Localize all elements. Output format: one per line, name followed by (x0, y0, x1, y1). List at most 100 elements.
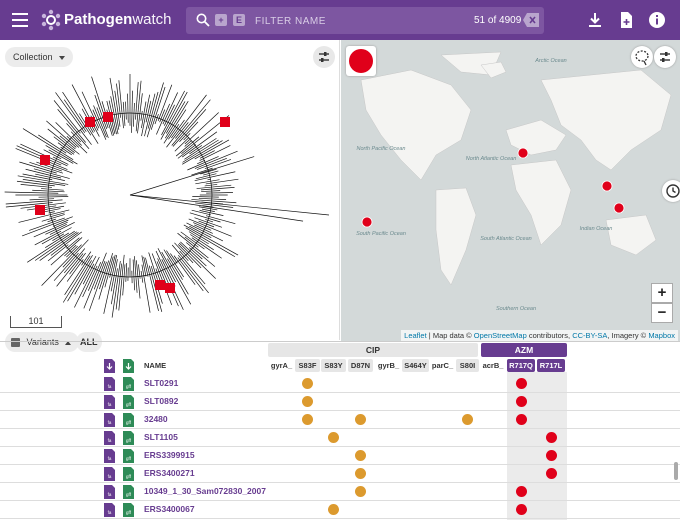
column-header[interactable]: gyrA_ (268, 359, 295, 372)
history-button[interactable] (662, 180, 680, 202)
tree-leaf-marker[interactable] (220, 117, 230, 127)
annotation-file-icon[interactable]: gff (123, 467, 134, 481)
osm-link[interactable]: OpenStreetMap (474, 331, 527, 340)
table-row[interactable]: fa gff ERS3400271 (0, 465, 680, 483)
table-row[interactable]: fa gff SLT1105 (0, 429, 680, 447)
search-icon[interactable] (196, 13, 210, 27)
genome-file-icon[interactable]: fa (104, 377, 115, 391)
tree-leaf-marker[interactable] (155, 280, 165, 290)
table-row[interactable]: fa gff SLT0892 (0, 393, 680, 411)
variant-marker[interactable] (545, 468, 557, 479)
genome-name[interactable]: SLT0892 (144, 396, 178, 406)
table-row[interactable]: fa gff 32480 (0, 411, 680, 429)
genome-file-icon[interactable]: fa (104, 431, 115, 445)
column-header[interactable]: S464Y (402, 359, 429, 372)
tree-leaf-marker[interactable] (85, 117, 95, 127)
table-row[interactable]: fa gff ERS3400067 (0, 501, 680, 519)
annotation-file-icon[interactable]: gff (123, 485, 134, 499)
variant-marker[interactable] (515, 378, 527, 389)
download-annotations-icon[interactable] (123, 359, 134, 373)
variant-marker[interactable] (328, 432, 339, 443)
variant-marker[interactable] (462, 414, 473, 425)
zoom-out-button[interactable]: − (651, 303, 673, 323)
variant-marker[interactable] (302, 378, 313, 389)
annotation-file-icon[interactable]: gff (123, 503, 134, 517)
column-header[interactable]: S83F (295, 359, 320, 372)
exact-match-icon[interactable]: E (233, 14, 245, 26)
filter-name-input[interactable] (255, 14, 455, 28)
variant-marker[interactable] (545, 450, 557, 461)
variant-marker[interactable] (545, 432, 557, 443)
map-panel[interactable]: Arctic Ocean North Pacific Ocean North Atl… (341, 40, 680, 341)
genome-file-icon[interactable]: fa (104, 503, 115, 517)
all-button[interactable]: ALL (76, 332, 102, 352)
map-location-marker[interactable] (361, 216, 373, 228)
variant-marker[interactable] (515, 504, 527, 515)
variants-dropdown[interactable]: Variants (5, 332, 80, 352)
world-map[interactable]: Arctic Ocean North Pacific Ocean North Atl… (341, 40, 680, 341)
phylogenetic-tree[interactable] (0, 40, 340, 340)
genome-file-icon[interactable]: fa (104, 395, 115, 409)
variant-marker[interactable] (515, 414, 527, 425)
column-header[interactable]: gyrB_ (375, 359, 402, 372)
genome-name[interactable]: 10349_1_30_Sam072830_2007 (144, 486, 266, 496)
brand-name[interactable]: Pathogenwatch (64, 11, 172, 28)
map-location-marker[interactable] (601, 180, 613, 192)
map-location-marker[interactable] (517, 147, 529, 159)
variant-marker[interactable] (515, 486, 527, 497)
variant-marker[interactable] (302, 414, 313, 425)
genome-file-icon[interactable]: fa (104, 413, 115, 427)
tree-leaf-marker[interactable] (165, 283, 175, 293)
lasso-button[interactable] (631, 46, 653, 68)
add-filter-icon[interactable]: + (215, 14, 227, 26)
genome-file-icon[interactable]: fa (104, 485, 115, 499)
ccbysa-link[interactable]: CC-BY-SA (572, 331, 607, 340)
download-genomes-icon[interactable] (104, 359, 115, 373)
document-add-icon[interactable] (617, 11, 635, 29)
annotation-file-icon[interactable]: gff (123, 395, 134, 409)
variant-marker[interactable] (355, 414, 366, 425)
genome-name[interactable]: ERS3400271 (144, 468, 195, 478)
table-scrollbar[interactable] (674, 462, 678, 480)
variant-marker[interactable] (328, 504, 339, 515)
genome-name[interactable]: SLT0291 (144, 378, 178, 388)
genome-file-icon[interactable]: fa (104, 449, 115, 463)
variant-marker[interactable] (515, 396, 527, 407)
leaflet-link[interactable]: Leaflet (404, 331, 427, 340)
zoom-in-button[interactable]: + (651, 283, 673, 303)
variant-marker[interactable] (302, 396, 313, 407)
variant-marker[interactable] (355, 468, 366, 479)
table-row[interactable]: fa gff SLT0291 (0, 375, 680, 393)
mapbox-link[interactable]: Mapbox (648, 331, 675, 340)
column-header[interactable]: D87N (348, 359, 373, 372)
info-icon[interactable] (648, 11, 666, 29)
genome-name[interactable]: 32480 (144, 414, 168, 424)
annotation-file-icon[interactable]: gff (123, 431, 134, 445)
annotation-file-icon[interactable]: gff (123, 377, 134, 391)
annotation-file-icon[interactable]: gff (123, 413, 134, 427)
map-location-marker[interactable] (613, 202, 625, 214)
table-row[interactable]: fa gff 10349_1_30_Sam072830_2007 (0, 483, 680, 501)
column-header[interactable]: S80I (456, 359, 479, 372)
tree-leaf-marker[interactable] (35, 205, 45, 215)
variant-marker[interactable] (355, 486, 366, 497)
download-icon[interactable] (586, 11, 604, 29)
column-header[interactable]: R717Q (507, 359, 535, 372)
column-header[interactable]: S83Y (321, 359, 346, 372)
genome-name[interactable]: ERS3399915 (144, 450, 195, 460)
column-header[interactable]: R717L (537, 359, 565, 372)
clear-search-icon[interactable] (523, 13, 539, 27)
tree-leaf-marker[interactable] (40, 155, 50, 165)
map-settings-button[interactable] (654, 46, 676, 68)
column-header[interactable]: parC_ (429, 359, 456, 372)
column-header[interactable]: acrB_ (480, 359, 506, 372)
name-column-header[interactable]: NAME (144, 359, 166, 372)
variant-marker[interactable] (355, 450, 366, 461)
genome-file-icon[interactable]: fa (104, 467, 115, 481)
annotation-file-icon[interactable]: gff (123, 449, 134, 463)
table-row[interactable]: fa gff ERS3399915 (0, 447, 680, 465)
genome-name[interactable]: SLT1105 (144, 432, 178, 442)
genome-name[interactable]: ERS3400067 (144, 504, 195, 514)
menu-icon[interactable] (12, 13, 28, 27)
tree-leaf-marker[interactable] (103, 112, 113, 122)
